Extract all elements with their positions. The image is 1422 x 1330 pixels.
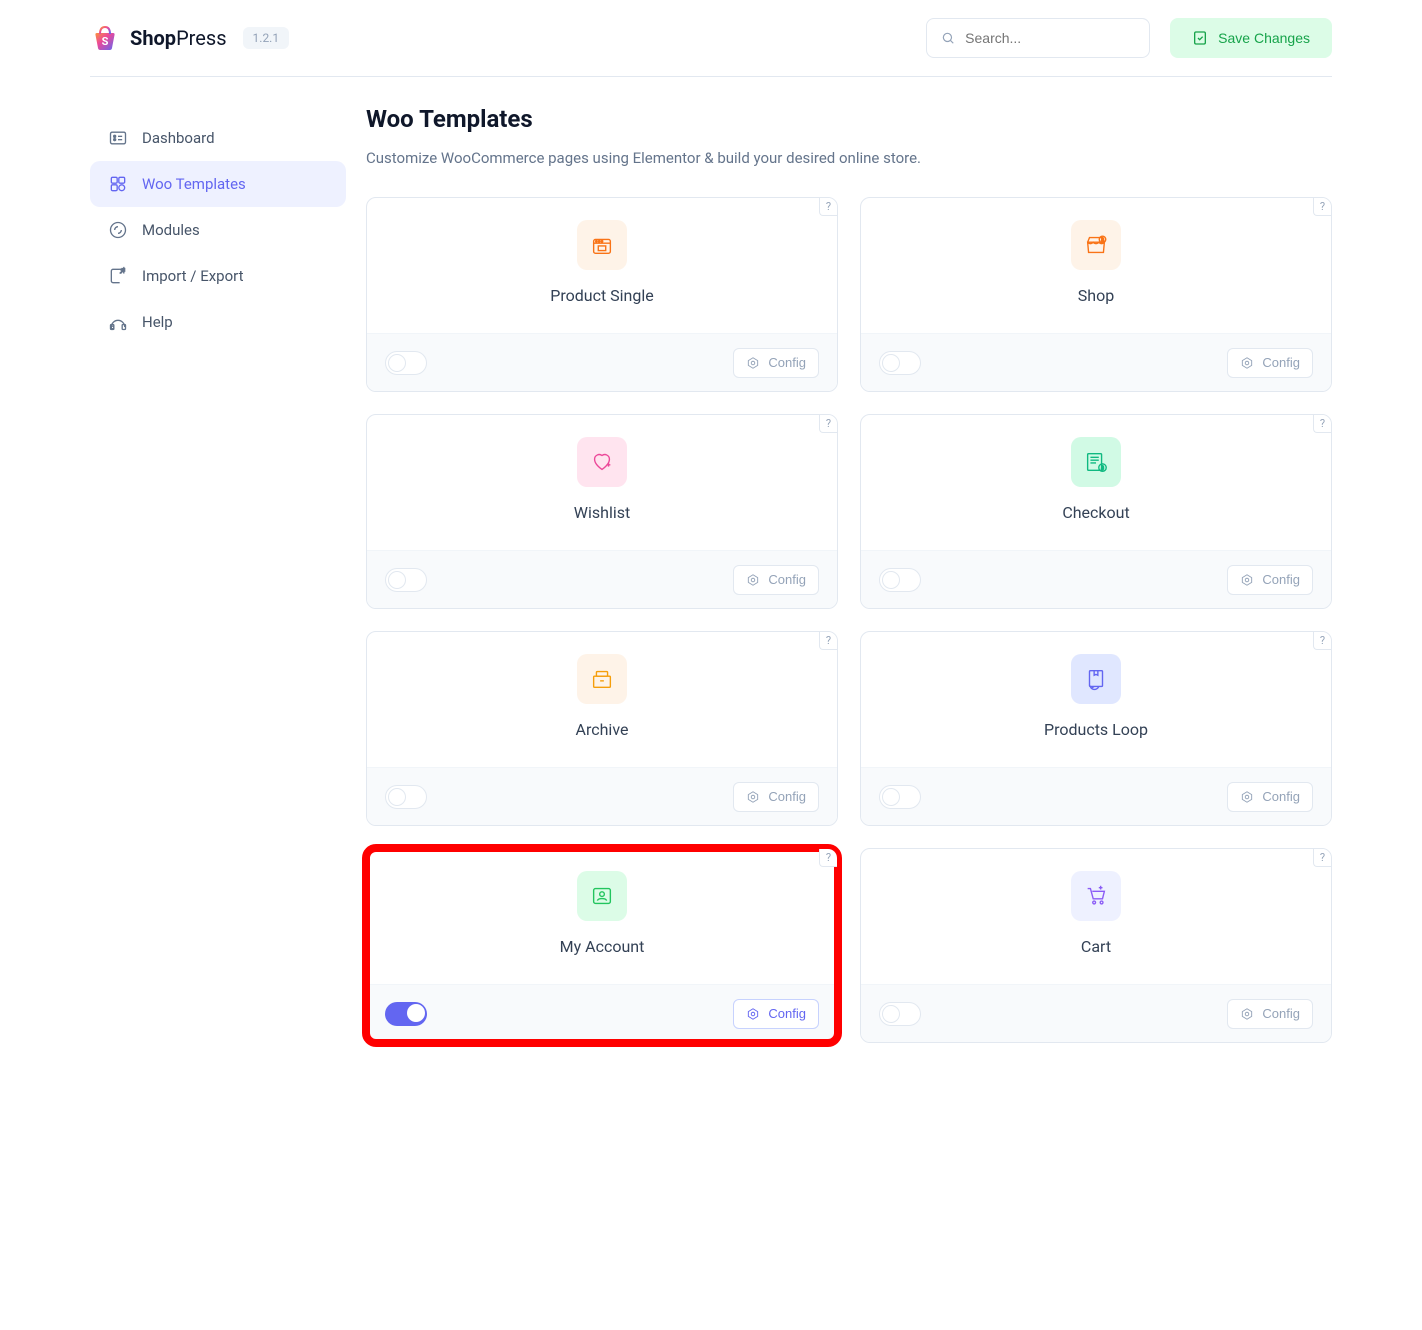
toggle-archive[interactable] xyxy=(385,785,427,809)
svg-text:S: S xyxy=(102,35,109,48)
config-label: Config xyxy=(768,789,806,804)
card-title: Checkout xyxy=(1062,503,1129,522)
card-title: Product Single xyxy=(550,286,654,305)
help-icon[interactable]: ? xyxy=(819,198,837,216)
sidebar-item-dashboard[interactable]: Dashboard xyxy=(90,115,346,161)
help-icon[interactable]: ? xyxy=(819,415,837,433)
sidebar: Dashboard Woo Templates Modules Import /… xyxy=(90,105,366,1043)
checkout-icon: $ xyxy=(1071,437,1121,487)
help-icon[interactable]: ? xyxy=(1313,632,1331,650)
card-title: My Account xyxy=(560,937,645,956)
gear-icon xyxy=(746,573,760,587)
version-badge: 1.2.1 xyxy=(243,27,290,49)
help-icon[interactable]: ? xyxy=(1313,198,1331,216)
page-subtitle: Customize WooCommerce pages using Elemen… xyxy=(366,149,1332,167)
gear-icon xyxy=(1240,356,1254,370)
sidebar-item-modules[interactable]: Modules xyxy=(90,207,346,253)
gear-icon xyxy=(746,790,760,804)
shop-icon: $ xyxy=(1071,220,1121,270)
template-card-shop: ? $ Shop Config xyxy=(860,197,1332,392)
sidebar-item-label: Import / Export xyxy=(142,267,244,285)
config-button-my-account[interactable]: Config xyxy=(733,999,819,1029)
toggle-shop[interactable] xyxy=(879,351,921,375)
template-card-my-account: ? My Account Config xyxy=(366,848,838,1043)
wishlist-icon xyxy=(577,437,627,487)
search-input-wrapper[interactable] xyxy=(926,18,1150,58)
dashboard-icon xyxy=(108,128,128,148)
card-title: Cart xyxy=(1081,937,1111,956)
toggle-wishlist[interactable] xyxy=(385,568,427,592)
help-icon[interactable]: ? xyxy=(1313,849,1331,867)
cart-icon xyxy=(1071,871,1121,921)
archive-icon xyxy=(577,654,627,704)
sidebar-item-import-export[interactable]: Import / Export xyxy=(90,253,346,299)
config-button-product-single[interactable]: Config xyxy=(733,348,819,378)
sidebar-item-label: Modules xyxy=(142,221,200,239)
brand-name: ShopPress xyxy=(130,26,227,50)
template-card-products-loop: ? Products Loop Config xyxy=(860,631,1332,826)
card-title: Archive xyxy=(576,720,629,739)
gear-icon xyxy=(746,1007,760,1021)
save-changes-button[interactable]: Save Changes xyxy=(1170,18,1332,58)
card-title: Products Loop xyxy=(1044,720,1148,739)
brand: S ShopPress 1.2.1 xyxy=(90,23,289,53)
help-icon[interactable]: ? xyxy=(819,849,837,867)
logo-icon: S xyxy=(90,23,120,53)
search-icon xyxy=(941,30,955,46)
save-icon xyxy=(1192,30,1208,46)
template-card-product-single: ? Product Single Config xyxy=(366,197,838,392)
config-button-wishlist[interactable]: Config xyxy=(733,565,819,595)
search-input[interactable] xyxy=(965,30,1135,46)
template-card-archive: ? Archive Config xyxy=(366,631,838,826)
card-title: Wishlist xyxy=(574,503,630,522)
config-button-checkout[interactable]: Config xyxy=(1227,565,1313,595)
gear-icon xyxy=(1240,790,1254,804)
toggle-checkout[interactable] xyxy=(879,568,921,592)
products-loop-icon xyxy=(1071,654,1121,704)
toggle-cart[interactable] xyxy=(879,1002,921,1026)
config-button-products-loop[interactable]: Config xyxy=(1227,782,1313,812)
card-title: Shop xyxy=(1078,286,1114,305)
template-card-cart: ? Cart Config xyxy=(860,848,1332,1043)
gear-icon xyxy=(746,356,760,370)
my-account-icon xyxy=(577,871,627,921)
config-label: Config xyxy=(1262,572,1300,587)
toggle-product-single[interactable] xyxy=(385,351,427,375)
modules-icon xyxy=(108,220,128,240)
page-title: Woo Templates xyxy=(366,105,1332,133)
sidebar-item-woo-templates[interactable]: Woo Templates xyxy=(90,161,346,207)
template-card-wishlist: ? Wishlist Config xyxy=(366,414,838,609)
sidebar-item-label: Dashboard xyxy=(142,129,215,147)
config-label: Config xyxy=(1262,789,1300,804)
toggle-products-loop[interactable] xyxy=(879,785,921,809)
template-card-checkout: ? $ Checkout Config xyxy=(860,414,1332,609)
config-label: Config xyxy=(768,355,806,370)
gear-icon xyxy=(1240,1007,1254,1021)
sidebar-item-label: Woo Templates xyxy=(142,175,246,193)
config-button-cart[interactable]: Config xyxy=(1227,999,1313,1029)
config-label: Config xyxy=(768,1006,806,1021)
config-button-archive[interactable]: Config xyxy=(733,782,819,812)
config-label: Config xyxy=(1262,1006,1300,1021)
sidebar-item-label: Help xyxy=(142,313,173,331)
help-icon[interactable]: ? xyxy=(1313,415,1331,433)
config-label: Config xyxy=(1262,355,1300,370)
product-single-icon xyxy=(577,220,627,270)
help-icon xyxy=(108,312,128,332)
import-export-icon xyxy=(108,266,128,286)
templates-icon xyxy=(108,174,128,194)
sidebar-item-help[interactable]: Help xyxy=(90,299,346,345)
config-button-shop[interactable]: Config xyxy=(1227,348,1313,378)
help-icon[interactable]: ? xyxy=(819,632,837,650)
config-label: Config xyxy=(768,572,806,587)
gear-icon xyxy=(1240,573,1254,587)
topbar: S ShopPress 1.2.1 Save Changes xyxy=(90,0,1332,77)
toggle-my-account[interactable] xyxy=(385,1002,427,1026)
